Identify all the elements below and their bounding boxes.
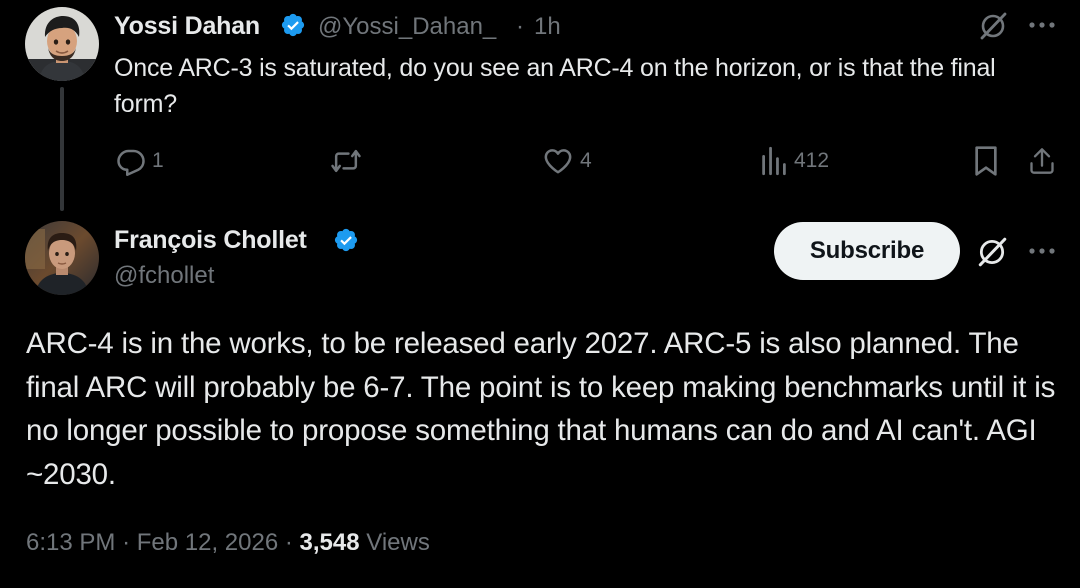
avatar-fchollet[interactable] <box>25 221 99 295</box>
repost-icon <box>331 149 361 173</box>
repost-action[interactable] <box>330 144 368 178</box>
tweet-views-label: Views <box>366 529 430 556</box>
share-action[interactable] <box>1028 144 1056 178</box>
like-action[interactable]: 4 <box>542 144 592 178</box>
views-count: 412 <box>794 149 830 172</box>
subscribe-button[interactable]: Subscribe <box>774 222 960 280</box>
reply-author-name[interactable]: Yossi Dahan <box>114 12 260 41</box>
reply-action[interactable]: 1 <box>116 144 164 178</box>
footer-dot: · <box>122 529 131 556</box>
more-icon[interactable] <box>1026 14 1058 36</box>
reply-time[interactable]: 1h <box>534 13 561 41</box>
grok-icon[interactable] <box>976 9 1010 43</box>
reply-handle[interactable]: @Yossi_Dahan_ <box>318 13 496 41</box>
verified-badge-icon <box>281 13 305 37</box>
tweet-date[interactable]: Feb 12, 2026 <box>137 529 278 556</box>
grok-icon[interactable] <box>974 234 1010 270</box>
main-tweet-text: ARC-4 is in the works, to be released ea… <box>26 327 1056 491</box>
thread-connector-line <box>60 87 64 211</box>
views-icon <box>762 146 786 176</box>
like-icon <box>544 149 572 174</box>
bookmark-action[interactable] <box>972 144 1000 178</box>
avatar-yossi[interactable] <box>25 7 99 81</box>
tweet-views-count: 3,548 <box>299 529 360 556</box>
bookmark-icon <box>975 146 997 176</box>
views-action[interactable]: 412 <box>760 144 829 178</box>
footer-dot: · <box>284 529 293 556</box>
tweet-timestamp[interactable]: 6:13 PM <box>26 529 115 556</box>
verified-badge-icon <box>334 228 358 252</box>
reply-icon <box>117 149 145 176</box>
like-count: 4 <box>580 149 592 172</box>
share-icon <box>1030 148 1054 174</box>
more-icon[interactable] <box>1026 240 1058 262</box>
tweet-meta-footer: 6:13 PM · Feb 12, 2026 · 3,548 Views <box>26 529 430 557</box>
reply-separator: · <box>516 13 524 40</box>
main-handle[interactable]: @fchollet <box>114 262 214 290</box>
reply-count: 1 <box>152 149 164 172</box>
main-author-name[interactable]: François Chollet <box>114 226 307 255</box>
reply-text: Once ARC-3 is saturated, do you see an A… <box>114 54 996 118</box>
